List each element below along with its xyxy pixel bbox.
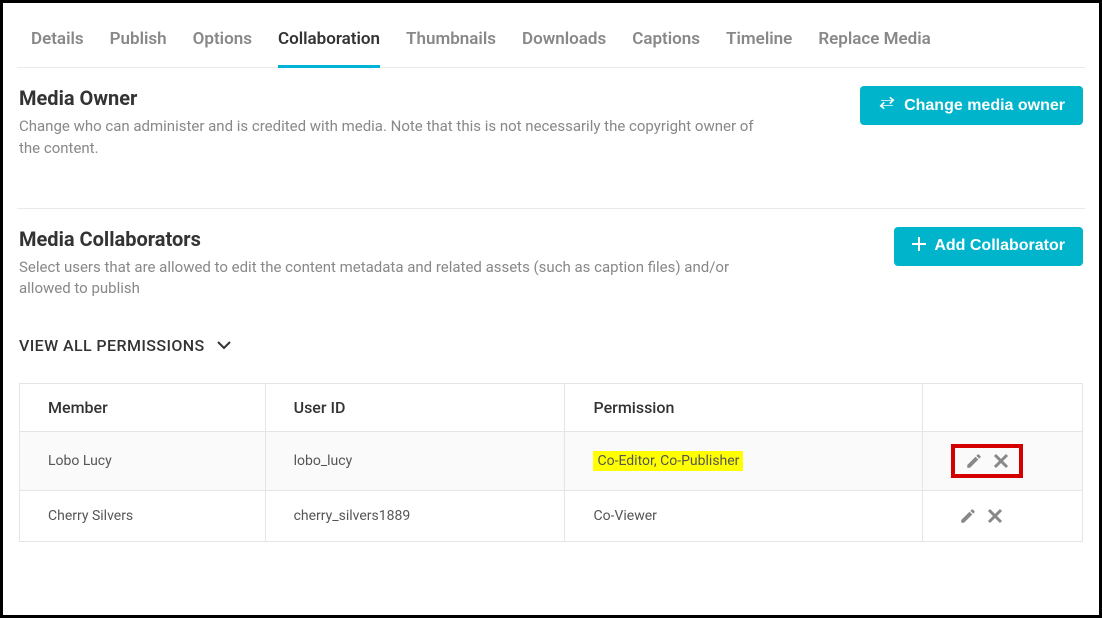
col-userid: User ID bbox=[265, 384, 565, 432]
close-icon[interactable] bbox=[987, 508, 1003, 524]
permission-label: Co-Editor, Co-Publisher bbox=[593, 451, 743, 471]
view-all-permissions-toggle[interactable]: VIEW ALL PERMISSIONS bbox=[19, 336, 231, 355]
tabs-bar: Details Publish Options Collaboration Th… bbox=[17, 11, 1085, 68]
chevron-down-icon bbox=[217, 336, 231, 355]
tab-collaboration[interactable]: Collaboration bbox=[278, 29, 380, 68]
row-actions bbox=[951, 444, 1023, 478]
table-row: Cherry Silvers cherry_silvers1889 Co-Vie… bbox=[20, 491, 1083, 542]
cell-userid: lobo_lucy bbox=[265, 432, 565, 491]
edit-icon[interactable] bbox=[959, 507, 977, 525]
add-collaborator-button[interactable]: Add Collaborator bbox=[894, 227, 1083, 266]
media-collaborators-title: Media Collaborators bbox=[19, 227, 759, 251]
tab-captions[interactable]: Captions bbox=[632, 29, 700, 68]
cell-userid: cherry_silvers1889 bbox=[265, 491, 565, 542]
tab-options[interactable]: Options bbox=[193, 29, 252, 68]
tab-downloads[interactable]: Downloads bbox=[522, 29, 606, 68]
col-permission: Permission bbox=[565, 384, 923, 432]
cell-permission: Co-Editor, Co-Publisher bbox=[565, 432, 923, 491]
table-row: Lobo Lucy lobo_lucy Co-Editor, Co-Publis… bbox=[20, 432, 1083, 491]
col-actions bbox=[923, 384, 1083, 432]
swap-icon bbox=[878, 96, 896, 115]
change-media-owner-button[interactable]: Change media owner bbox=[860, 86, 1083, 125]
plus-icon bbox=[912, 237, 926, 256]
edit-icon[interactable] bbox=[965, 452, 983, 470]
cell-member: Cherry Silvers bbox=[20, 491, 266, 542]
close-icon[interactable] bbox=[993, 453, 1009, 469]
col-member: Member bbox=[20, 384, 266, 432]
tab-publish[interactable]: Publish bbox=[110, 29, 167, 68]
change-media-owner-label: Change media owner bbox=[904, 97, 1065, 115]
collaborators-table: Member User ID Permission Lobo Lucy lobo… bbox=[19, 383, 1083, 542]
tab-timeline[interactable]: Timeline bbox=[726, 29, 792, 68]
view-all-permissions-label: VIEW ALL PERMISSIONS bbox=[19, 336, 205, 355]
media-owner-title: Media Owner bbox=[19, 86, 759, 110]
media-owner-section: Media Owner Change who can administer an… bbox=[17, 68, 1085, 160]
tab-details[interactable]: Details bbox=[31, 29, 84, 68]
tab-replace-media[interactable]: Replace Media bbox=[818, 29, 930, 68]
media-collaborators-section: Media Collaborators Select users that ar… bbox=[17, 209, 1085, 543]
row-actions bbox=[951, 503, 1011, 529]
media-collaborators-desc: Select users that are allowed to edit th… bbox=[19, 257, 759, 301]
media-owner-desc: Change who can administer and is credite… bbox=[19, 116, 759, 160]
add-collaborator-label: Add Collaborator bbox=[934, 237, 1065, 255]
cell-permission: Co-Viewer bbox=[565, 491, 923, 542]
cell-member: Lobo Lucy bbox=[20, 432, 266, 491]
tab-thumbnails[interactable]: Thumbnails bbox=[406, 29, 496, 68]
